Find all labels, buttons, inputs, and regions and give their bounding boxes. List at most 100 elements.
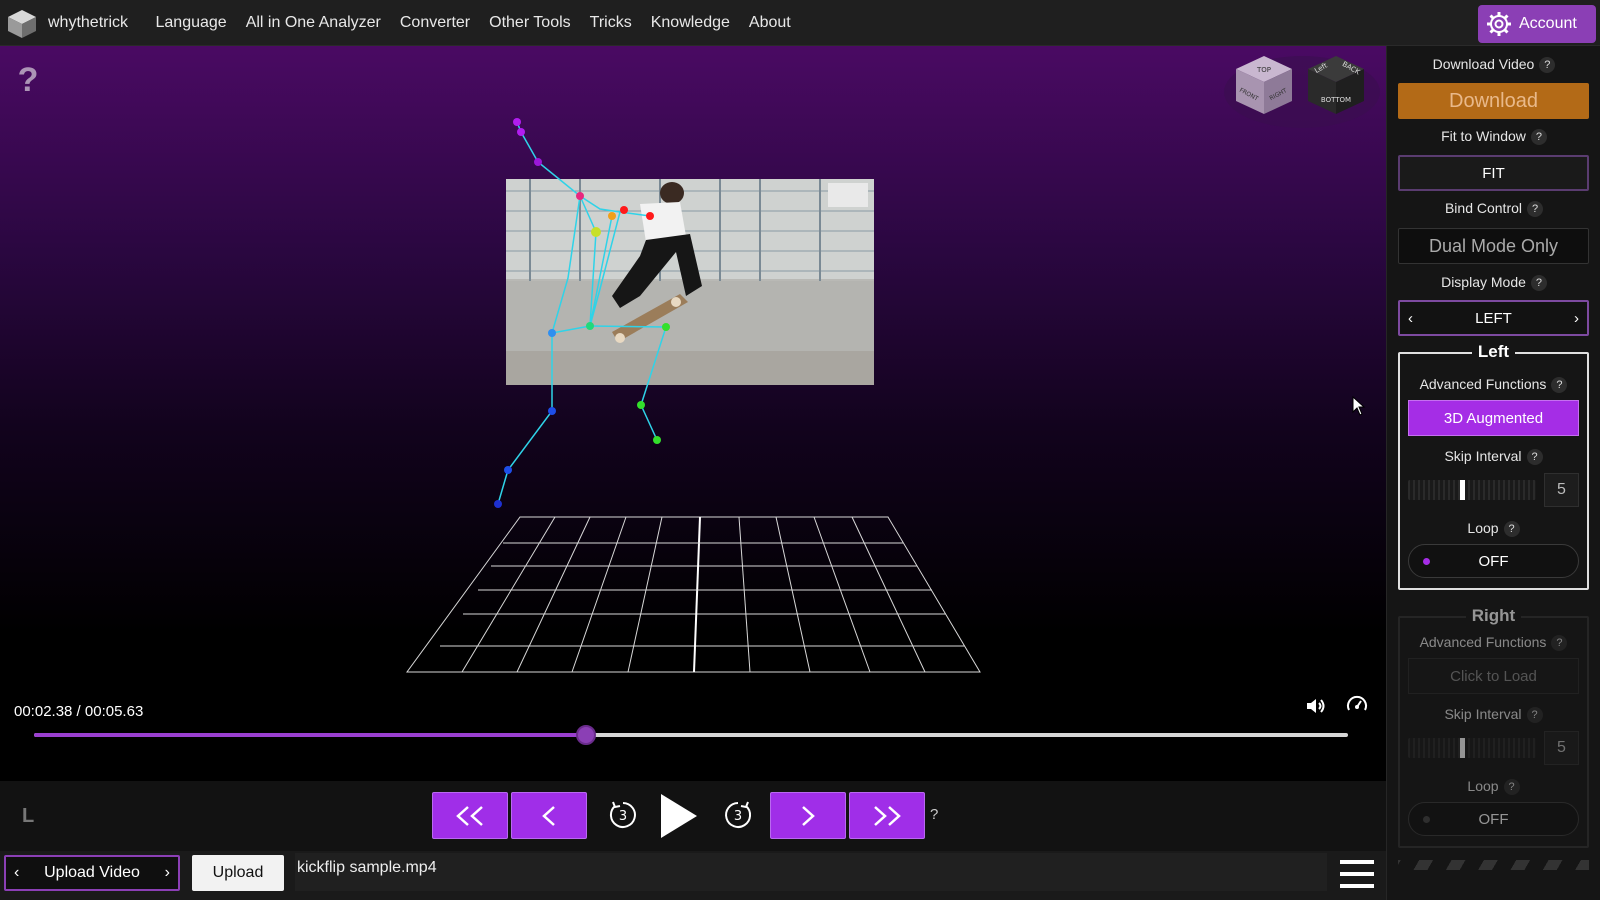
progress-fill [34, 733, 586, 737]
right-skip-interval-slider[interactable] [1408, 738, 1536, 758]
bind-control-label: Bind Control? [1387, 200, 1600, 217]
right-loop-value: OFF [1478, 810, 1509, 828]
floor-grid [406, 516, 981, 673]
fast-forward-button[interactable] [849, 792, 925, 839]
forward-icon: 3 [725, 801, 752, 828]
display-mode-label: Display Mode? [1387, 274, 1600, 291]
display-mode-label-text: Display Mode [1441, 274, 1526, 290]
right-skip-interval-value[interactable]: 5 [1544, 731, 1579, 765]
volume-icon[interactable] [1304, 694, 1328, 718]
chevron-left-icon[interactable]: ‹ [1408, 310, 1413, 327]
help-icon: ? [1551, 635, 1568, 651]
filename-field[interactable]: kickflip sample.mp4 [295, 853, 1327, 891]
left-loop-toggle[interactable]: OFF [1408, 544, 1579, 578]
help-icon[interactable]: ? [1539, 57, 1556, 73]
nav-item-other-tools[interactable]: Other Tools [480, 14, 581, 32]
fit-to-window-label: Fit to Window? [1387, 128, 1600, 145]
right-loop-toggle[interactable]: OFF [1408, 802, 1579, 836]
skip-forward-seconds: 3 [734, 809, 742, 824]
play-button[interactable] [655, 792, 701, 840]
chevron-right-icon[interactable]: › [165, 864, 170, 882]
progress-bar[interactable] [34, 725, 1348, 745]
left-loop-label-text: Loop [1467, 520, 1499, 536]
help-icon[interactable]: ? [1503, 521, 1520, 537]
fast-rewind-button[interactable] [432, 792, 508, 839]
click-to-load-button[interactable]: Click to Load [1408, 658, 1579, 694]
file-bar: ‹ Upload Video › Upload kickflip sample.… [0, 851, 1386, 900]
3d-viewer[interactable]: ? TOP FRONT RIGHT Left BACK BOTTOM 00:02… [0, 46, 1386, 781]
fit-to-window-label-text: Fit to Window [1441, 128, 1526, 144]
cube-logo-icon[interactable] [6, 8, 38, 40]
right-skip-interval-label: Skip Interval? [1400, 706, 1587, 723]
nav-item-language[interactable]: Language [146, 14, 236, 32]
help-icon[interactable]: ? [1530, 129, 1547, 145]
time-display: 00:02.38 / 00:05.63 [14, 703, 144, 720]
left-skip-interval-label-text: Skip Interval [1444, 448, 1522, 464]
playback-help-icon[interactable]: ? [930, 806, 938, 823]
help-icon[interactable]: ? [1530, 275, 1547, 291]
upload-button[interactable]: Upload [192, 855, 284, 891]
gear-icon [1487, 12, 1511, 36]
right-loop-label: Loop? [1400, 778, 1587, 795]
right-advanced-label-text: Advanced Functions [1419, 634, 1547, 650]
upload-source-label: Upload Video [44, 864, 140, 881]
step-back-button[interactable] [511, 792, 587, 839]
left-settings-group: Left Advanced Functions? 3D Augmented Sk… [1398, 342, 1589, 590]
download-button[interactable]: Download [1398, 83, 1589, 119]
account-label: Account [1519, 15, 1577, 32]
brand-name[interactable]: whythetrick [48, 14, 128, 32]
bind-control-button[interactable]: Dual Mode Only [1398, 228, 1589, 264]
right-skip-slider-thumb[interactable] [1459, 738, 1465, 758]
playback-speed-icon[interactable] [1345, 693, 1369, 717]
bind-control-label-text: Bind Control [1444, 200, 1523, 216]
nav-item-knowledge[interactable]: Knowledge [641, 14, 739, 32]
right-skip-interval-label-text: Skip Interval [1444, 706, 1522, 722]
chevron-left-icon[interactable]: ‹ [14, 864, 19, 882]
download-video-label-text: Download Video [1432, 56, 1535, 72]
right-loop-label-text: Loop [1467, 778, 1499, 794]
chevron-right-icon[interactable]: › [1574, 310, 1579, 327]
help-icon[interactable]: ? [1526, 449, 1543, 465]
display-mode-value: LEFT [1475, 309, 1512, 327]
right-settings-group: Right Advanced Functions? Click to Load … [1398, 606, 1589, 848]
replay-icon: 3 [609, 801, 636, 828]
account-button[interactable]: Account [1478, 5, 1596, 43]
left-skip-interval-value[interactable]: 5 [1544, 473, 1579, 507]
upload-source-selector[interactable]: ‹ Upload Video › [4, 855, 180, 891]
settings-panel: Download Video? Download Fit to Window? … [1386, 46, 1600, 900]
chevron-right-icon [802, 805, 815, 826]
step-forward-button[interactable] [770, 792, 846, 839]
left-skip-interval-label: Skip Interval? [1400, 448, 1587, 465]
help-icon[interactable]: ? [1551, 377, 1568, 393]
skip-back-button[interactable]: 3 [607, 799, 639, 831]
right-group-title-text: Right [1465, 606, 1522, 625]
progress-thumb[interactable] [575, 725, 596, 745]
resize-handle[interactable] [1398, 860, 1589, 870]
double-chevron-right-icon [874, 805, 901, 826]
play-icon [661, 794, 697, 838]
scene-canvas [406, 118, 981, 673]
left-group-title-text: Left [1471, 342, 1516, 361]
left-skip-slider-thumb[interactable] [1459, 480, 1465, 500]
3d-augmented-button[interactable]: 3D Augmented [1408, 400, 1579, 436]
nav-item-all-in-one-analyzer[interactable]: All in One Analyzer [236, 14, 390, 32]
hamburger-menu-icon[interactable] [1338, 855, 1376, 893]
left-advanced-label-text: Advanced Functions [1419, 376, 1547, 392]
help-icon[interactable]: ? [1527, 201, 1544, 217]
fit-button[interactable]: FIT [1398, 155, 1589, 191]
right-group-title: Right [1400, 606, 1587, 626]
left-skip-interval-slider[interactable] [1408, 480, 1536, 500]
left-group-title: Left [1400, 342, 1587, 362]
video-plane [506, 179, 874, 385]
toggle-dot [1423, 558, 1430, 565]
nav-item-converter[interactable]: Converter [390, 14, 479, 32]
double-chevron-left-icon [456, 805, 483, 826]
left-loop-label: Loop? [1400, 520, 1587, 537]
skip-forward-button[interactable]: 3 [722, 799, 754, 831]
playback-controls: L 3 3 ? [0, 781, 1386, 851]
left-advanced-label: Advanced Functions? [1400, 376, 1587, 393]
nav-item-about[interactable]: About [739, 14, 800, 32]
display-mode-selector[interactable]: ‹ LEFT › [1398, 300, 1589, 336]
skip-back-seconds: 3 [619, 809, 627, 824]
nav-item-tricks[interactable]: Tricks [580, 14, 641, 32]
